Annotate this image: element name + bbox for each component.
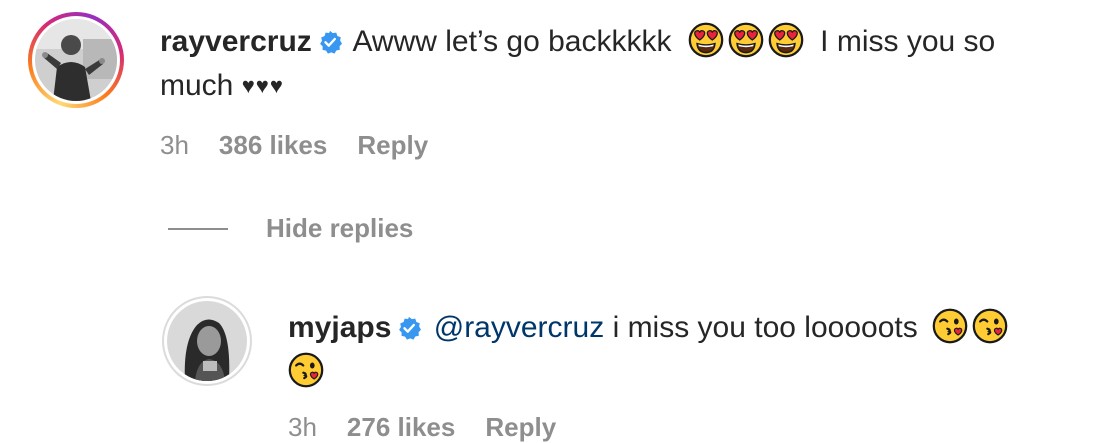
- reply-meta: 3h 276 likes Reply: [288, 412, 556, 443]
- likes-count[interactable]: 386 likes: [219, 130, 327, 161]
- heart-eyes-emoji-icon: [728, 22, 764, 58]
- reply-body: myjaps @rayvercruz i miss you too looooo…: [288, 306, 1098, 394]
- comment-text: Awww let’s go backkkkk: [352, 25, 672, 58]
- reply-button[interactable]: Reply: [485, 412, 556, 443]
- username[interactable]: myjaps: [288, 311, 391, 344]
- comment-meta: 3h 386 likes Reply: [160, 130, 428, 161]
- divider-line: [168, 227, 228, 230]
- username[interactable]: rayvercruz: [160, 25, 312, 58]
- verified-badge-icon: [318, 30, 342, 54]
- reply-avatar-photo: [167, 301, 247, 381]
- face-blowing-kiss-emoji-icon: [932, 308, 968, 344]
- likes-count[interactable]: 276 likes: [347, 412, 455, 443]
- comment-body: rayvercruz Awww let’s go backkkkk I miss…: [160, 20, 1100, 108]
- comment-time[interactable]: 3h: [160, 130, 189, 161]
- reply-avatar[interactable]: [162, 296, 252, 386]
- face-blowing-kiss-emoji-icon: [288, 352, 324, 388]
- hide-replies-label: Hide replies: [266, 213, 414, 243]
- heart-eyes-emoji-icon: [768, 22, 804, 58]
- avatar[interactable]: [28, 12, 124, 108]
- hide-replies-button[interactable]: Hide replies: [168, 213, 413, 244]
- reply-time[interactable]: 3h: [288, 412, 317, 443]
- face-blowing-kiss-emoji-icon: [972, 308, 1008, 344]
- avatar-photo: [35, 19, 117, 101]
- black-hearts-icon: ♥♥♥: [241, 73, 284, 98]
- heart-eyes-emoji-icon: [688, 22, 724, 58]
- comment-text-after-emojis: I miss you so: [820, 25, 996, 58]
- verified-badge-icon: [397, 316, 421, 340]
- mention-link[interactable]: @rayvercruz: [434, 311, 604, 344]
- reply-button[interactable]: Reply: [357, 130, 428, 161]
- comment-text-line2: much: [160, 69, 234, 102]
- reply-text: i miss you too looooots: [612, 311, 918, 344]
